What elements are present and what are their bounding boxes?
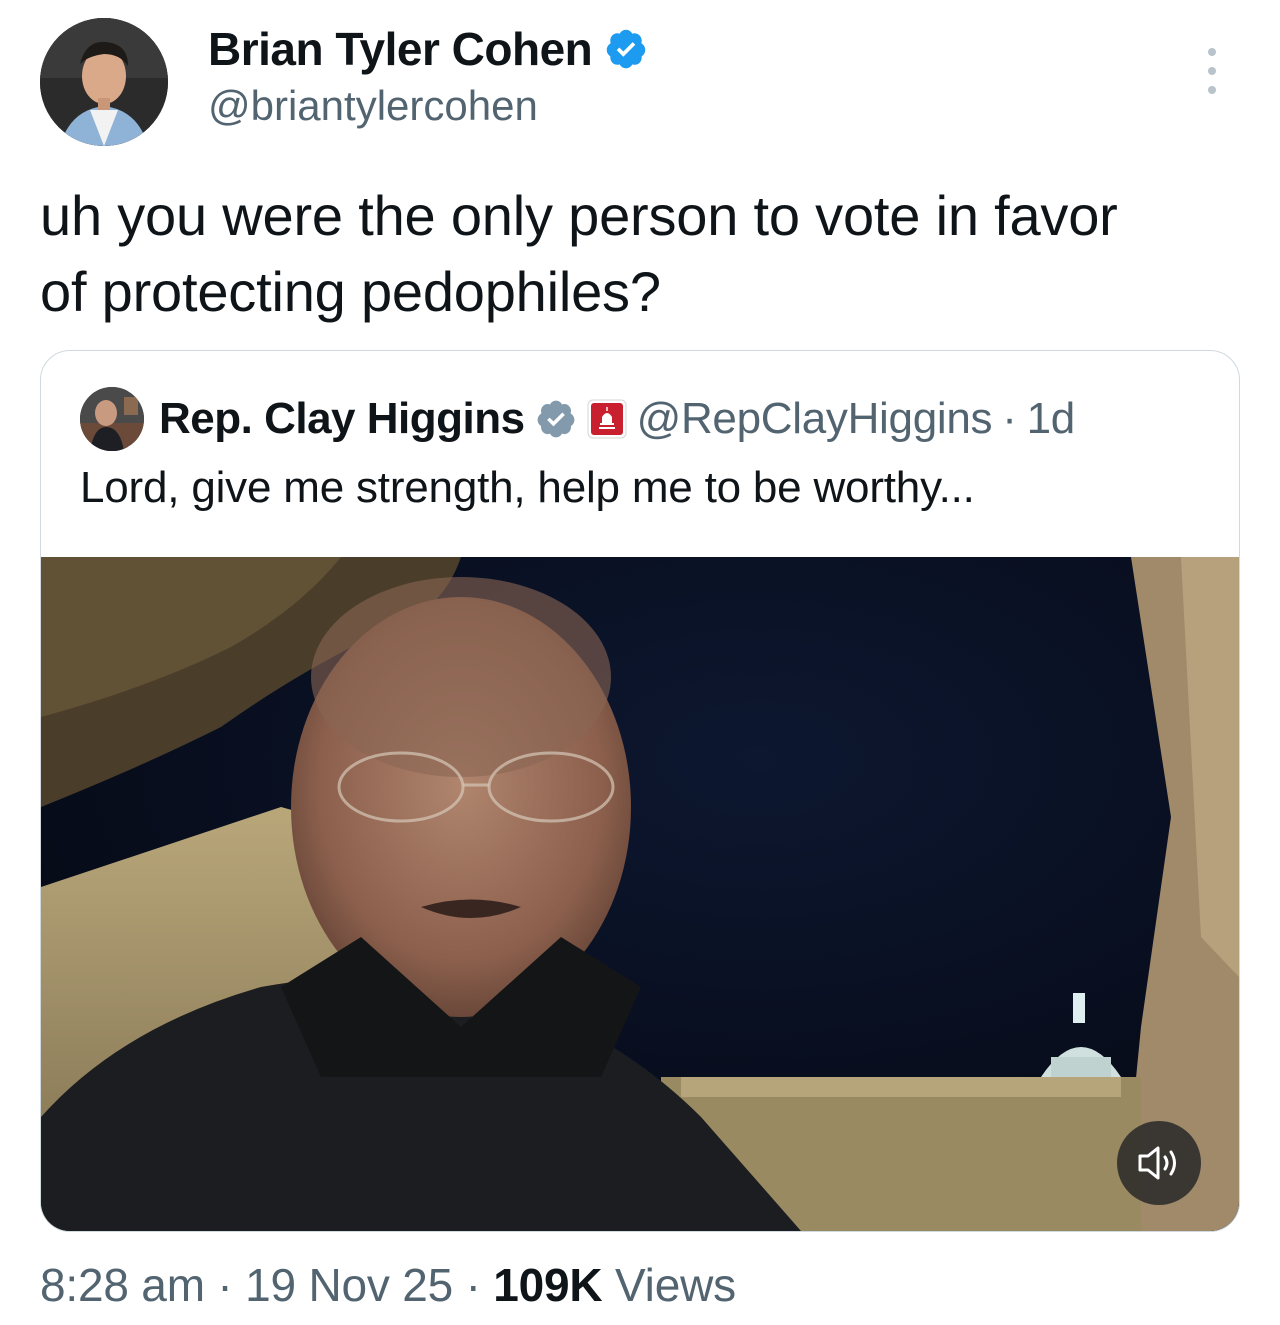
quoted-header: Rep. Clay Higgins @RepClayHiggins · 1d	[159, 389, 1075, 449]
meta-separator: ·	[204, 1259, 246, 1311]
tweet-text: uh you were the only person to vote in f…	[40, 178, 1240, 330]
views-label: Views	[602, 1259, 736, 1311]
tweet-date[interactable]: 19 Nov 25	[245, 1259, 453, 1311]
more-dot	[1208, 86, 1216, 94]
quoted-tweet-card[interactable]: Rep. Clay Higgins @RepClayHiggins · 1d L…	[40, 350, 1240, 1232]
quoted-handle[interactable]: @RepClayHiggins	[637, 394, 993, 444]
tweet-meta: 8:28 am · 19 Nov 25 · 109K Views	[40, 1258, 736, 1312]
sound-toggle-button[interactable]	[1117, 1121, 1201, 1205]
verified-badge-icon	[604, 27, 648, 71]
quoted-separator: ·	[1002, 394, 1017, 443]
quoted-text: Lord, give me strength, help me to be wo…	[80, 463, 975, 512]
more-options-icon[interactable]	[1204, 48, 1220, 94]
gray-verified-badge-icon	[535, 398, 577, 440]
tweet-text-line-1: uh you were the only person to vote in f…	[40, 184, 1118, 247]
speaker-icon	[1136, 1143, 1182, 1183]
meta-separator: ·	[453, 1259, 494, 1311]
author-name-text: Brian Tyler Cohen	[208, 23, 593, 75]
quoted-display-name[interactable]: Rep. Clay Higgins	[159, 394, 525, 444]
capitol-affiliation-icon[interactable]	[587, 399, 627, 439]
more-dot	[1208, 67, 1216, 75]
author-display-name[interactable]: Brian Tyler Cohen	[208, 22, 648, 76]
author-avatar[interactable]	[40, 18, 168, 146]
author-handle[interactable]: @briantylercohen	[208, 82, 538, 130]
views-count: 109K	[493, 1259, 603, 1311]
quoted-age[interactable]: 1d	[1027, 394, 1076, 444]
more-dot	[1208, 48, 1216, 56]
quoted-author-avatar[interactable]	[80, 387, 144, 451]
tweet-text-line-2: of protecting pedophiles?	[40, 260, 661, 323]
quoted-video[interactable]	[41, 557, 1239, 1231]
tweet-time[interactable]: 8:28 am	[40, 1259, 205, 1311]
